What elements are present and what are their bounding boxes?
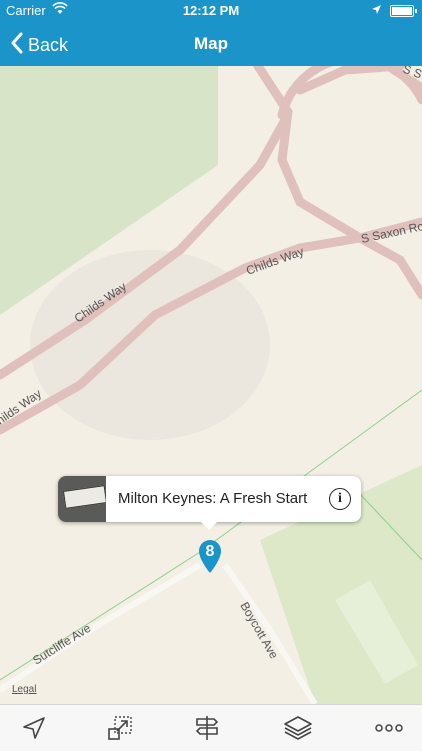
callout-title: Milton Keynes: A Fresh Start [118, 490, 308, 507]
bottom-toolbar [0, 704, 422, 751]
map-pin[interactable]: 8 [197, 538, 223, 574]
layers-icon[interactable] [283, 714, 312, 742]
map-view[interactable]: Childs Way Childs Way hilds Way S Saxon … [0, 66, 422, 704]
location-arrow-icon [371, 3, 382, 18]
page-title: Map [194, 34, 228, 53]
battery-icon [390, 5, 417, 17]
legal-link[interactable]: Legal [12, 684, 36, 695]
map-canvas: Childs Way Childs Way hilds Way S Saxon … [0, 66, 422, 704]
status-time: 12:12 PM [182, 3, 240, 18]
pin-number: 8 [205, 543, 215, 560]
status-bar: Carrier 12:12 PM [0, 0, 422, 22]
info-icon[interactable]: i [329, 488, 351, 510]
resize-icon[interactable] [106, 714, 134, 742]
signpost-icon[interactable] [193, 714, 221, 742]
location-arrow-icon[interactable] [20, 714, 48, 742]
callout-thumbnail [58, 476, 106, 522]
street-sign-image [62, 485, 106, 509]
nav-bar: Back Map [0, 22, 422, 66]
map-callout[interactable]: Milton Keynes: A Fresh Start i [58, 476, 361, 530]
more-icon[interactable] [374, 714, 404, 742]
